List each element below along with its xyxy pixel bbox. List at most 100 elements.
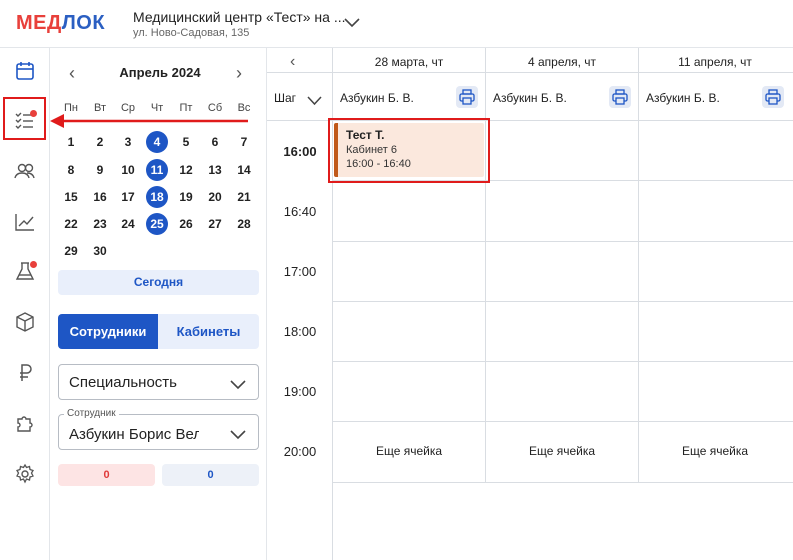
calendar-day[interactable]: 2 [89, 131, 111, 153]
divider [485, 48, 486, 482]
calendar-day[interactable]: 4 [146, 131, 168, 153]
users-icon[interactable] [13, 159, 37, 183]
ruble-icon[interactable] [13, 361, 37, 385]
calendar-day[interactable]: 24 [117, 213, 139, 235]
weekday-label: Пн [64, 102, 78, 114]
calendar-day[interactable]: 29 [60, 240, 82, 262]
time-label: 18:00 [283, 324, 317, 339]
calendar-month-label: Апрель 2024 [119, 65, 201, 80]
specialty-select[interactable]: Специальность [58, 364, 259, 400]
divider [332, 361, 793, 362]
calendar-day[interactable]: 22 [60, 213, 82, 235]
column-date: 4 апреля, чт [527, 55, 597, 69]
calendar-day[interactable]: 11 [146, 159, 168, 181]
step-label[interactable]: Шаг [274, 91, 296, 105]
chevron-down-icon[interactable] [343, 16, 361, 30]
time-label: 19:00 [283, 384, 317, 399]
weekday-label: Пт [179, 102, 193, 114]
tab-staff[interactable]: Сотрудники [58, 314, 158, 349]
calendar-day[interactable]: 21 [233, 186, 255, 208]
calendar-day[interactable]: 20 [204, 186, 226, 208]
time-label: 20:00 [283, 444, 317, 459]
calendar-day[interactable]: 25 [146, 213, 168, 235]
app-logo[interactable]: МЕДЛОК [16, 12, 105, 35]
more-cell-button[interactable]: Еще ячейка [639, 444, 791, 458]
next-month-button[interactable]: › [236, 64, 242, 82]
clinic-address: ул. Ново-Садовая, 135 [133, 27, 250, 39]
count-badge-blue[interactable]: 0 [162, 464, 259, 486]
weekday-label: Вт [93, 102, 106, 114]
specialty-select-label: Специальность [69, 374, 177, 391]
printer-icon [459, 89, 475, 105]
divider [332, 301, 793, 302]
weekday-label: Вс [237, 102, 251, 114]
notification-dot [30, 261, 37, 268]
tasks-highlight-box [3, 97, 46, 140]
calendar-day[interactable]: 10 [117, 159, 139, 181]
column-doctor: Азбукин Б. В. [340, 91, 414, 105]
column-doctor: Азбукин Б. В. [493, 91, 567, 105]
divider [332, 482, 793, 483]
tab-rooms[interactable]: Кабинеты [158, 314, 259, 349]
print-button[interactable] [762, 86, 784, 108]
calendar-day[interactable]: 7 [233, 131, 255, 153]
weekday-label: Чт [150, 102, 164, 114]
column-date: 28 марта, чт [374, 55, 444, 69]
clinic-selector-title[interactable]: Медицинский центр «Тест» на ... [133, 9, 345, 25]
count-badge-red[interactable]: 0 [58, 464, 155, 486]
time-label: 16:40 [283, 204, 317, 219]
calendar-day[interactable]: 3 [117, 131, 139, 153]
settings-gear-icon[interactable] [13, 462, 37, 486]
calendar-day[interactable]: 12 [175, 159, 197, 181]
divider [267, 72, 793, 73]
calendar-day[interactable]: 26 [175, 213, 197, 235]
analytics-chart-icon[interactable] [13, 210, 37, 234]
chevron-down-icon [230, 377, 246, 390]
calendar-day[interactable]: 27 [204, 213, 226, 235]
time-label: 17:00 [283, 264, 317, 279]
divider [332, 421, 793, 422]
employee-select[interactable]: Азбукин Борис Вел [58, 414, 259, 450]
divider [638, 48, 639, 482]
calendar-day[interactable]: 30 [89, 240, 111, 262]
calendar-day[interactable]: 8 [60, 159, 82, 181]
calendar-day[interactable]: 23 [89, 213, 111, 235]
printer-icon [612, 89, 628, 105]
time-label: 16:00 [283, 144, 317, 159]
calendar-day[interactable]: 6 [204, 131, 226, 153]
calendar-icon[interactable] [13, 59, 37, 83]
column-doctor: Азбукин Б. В. [646, 91, 720, 105]
weekday-label: Ср [120, 102, 136, 114]
view-toggle: Сотрудники Кабинеты [58, 314, 259, 349]
column-date: 11 апреля, чт [678, 55, 752, 69]
print-button[interactable] [456, 86, 478, 108]
app-header: МЕДЛОК Медицинский центр «Тест» на ... у… [0, 0, 793, 48]
print-button[interactable] [609, 86, 631, 108]
prev-week-button[interactable]: ‹ [290, 53, 295, 71]
chevron-down-icon[interactable] [307, 93, 322, 106]
more-cell-button[interactable]: Еще ячейка [486, 444, 638, 458]
calendar-day[interactable]: 5 [175, 131, 197, 153]
appointment-highlight-box [328, 118, 490, 183]
printer-icon [765, 89, 781, 105]
more-cell-button[interactable]: Еще ячейка [333, 444, 485, 458]
weekday-label: Сб [207, 102, 223, 114]
calendar-day[interactable]: 19 [175, 186, 197, 208]
package-box-icon[interactable] [13, 310, 37, 334]
calendar-day[interactable]: 14 [233, 159, 255, 181]
employee-field-label: Сотрудник [64, 408, 119, 419]
puzzle-icon[interactable] [13, 411, 37, 435]
prev-month-button[interactable]: ‹ [69, 64, 75, 82]
calendar-day[interactable]: 17 [117, 186, 139, 208]
calendar-day[interactable]: 28 [233, 213, 255, 235]
calendar-day[interactable]: 16 [89, 186, 111, 208]
calendar-day[interactable]: 15 [60, 186, 82, 208]
calendar-day[interactable]: 9 [89, 159, 111, 181]
calendar-day[interactable]: 18 [146, 186, 168, 208]
calendar-day[interactable]: 13 [204, 159, 226, 181]
today-button[interactable]: Сегодня [58, 270, 259, 295]
divider [332, 241, 793, 242]
chevron-down-icon [230, 427, 246, 440]
employee-select-value: Азбукин Борис Вел [69, 426, 199, 443]
calendar-day[interactable]: 1 [60, 131, 82, 153]
